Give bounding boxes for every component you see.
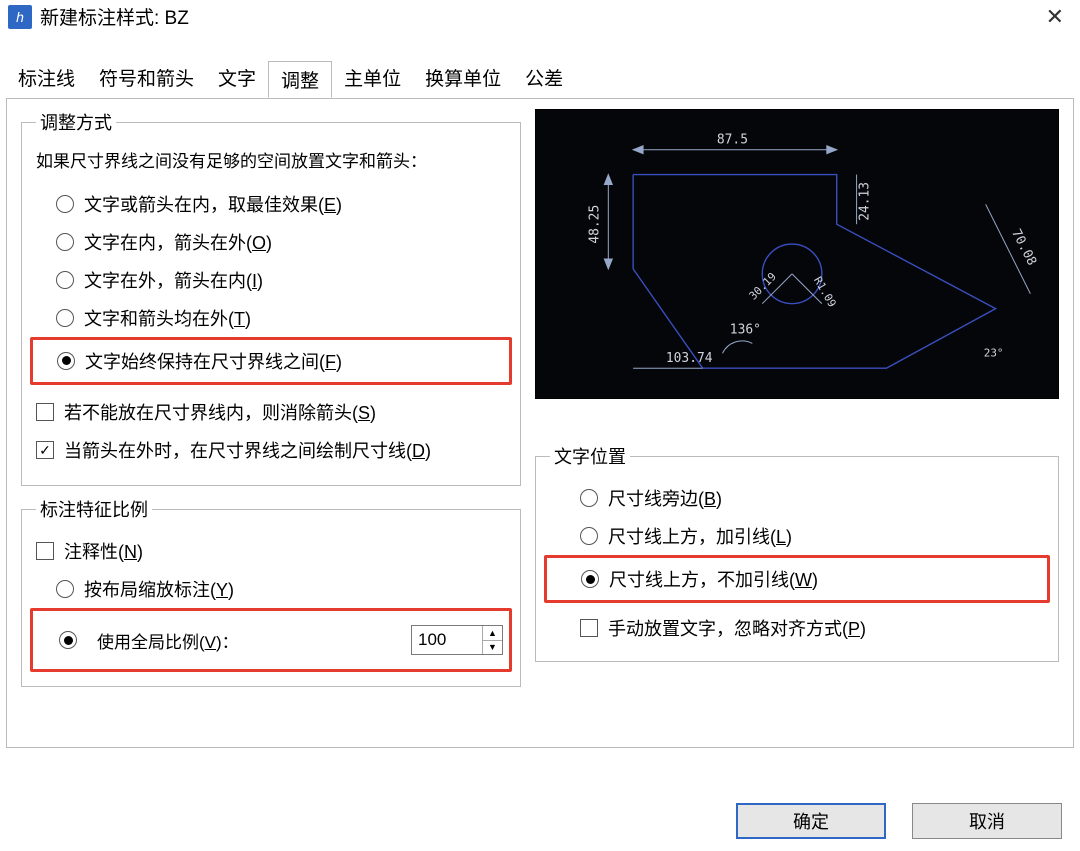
tab-tolerance[interactable]: 公差 <box>513 60 575 97</box>
spinner-up-icon[interactable]: ▲ <box>483 626 502 641</box>
textpos-opt-above-leader[interactable]: 尺寸线上方，加引线(L) <box>550 517 1044 555</box>
app-icon: h <box>8 5 32 29</box>
textpos-opt-above-noleader[interactable]: 尺寸线上方，不加引线(W) <box>551 560 1043 598</box>
radio-icon <box>57 352 75 370</box>
tabstrip: 标注线 符号和箭头 文字 调整 主单位 换算单位 公差 <box>0 56 1080 98</box>
svg-text:23°: 23° <box>984 346 1004 359</box>
radio-icon <box>580 489 598 507</box>
window-title: 新建标注样式: BZ <box>40 3 1038 30</box>
checkbox-icon <box>580 619 598 637</box>
tab-alternate[interactable]: 换算单位 <box>413 60 513 97</box>
group-scale: 标注特征比例 注释性(N) 按布局缩放标注(Y) 使用全局比例(V)： ▲ <box>21 496 521 687</box>
radio-icon <box>59 631 77 649</box>
fit-opt-best[interactable]: 文字或箭头在内，取最佳效果(E) <box>36 185 506 223</box>
highlight-fit-always: 文字始终保持在尺寸界线之间(F) <box>30 337 512 385</box>
fit-opt-text-in[interactable]: 文字在内，箭头在外(O) <box>36 223 506 261</box>
fit-opt-both-out[interactable]: 文字和箭头均在外(T) <box>36 299 506 337</box>
svg-text:24.13: 24.13 <box>858 182 873 221</box>
group-textpos-legend: 文字位置 <box>550 443 630 469</box>
checkbox-icon <box>36 542 54 560</box>
scale-opt-layout[interactable]: 按布局缩放标注(Y) <box>36 570 506 608</box>
dialog-buttons: 确定 取消 <box>736 803 1062 839</box>
tab-symbols[interactable]: 符号和箭头 <box>87 60 206 97</box>
tab-text[interactable]: 文字 <box>206 60 268 97</box>
close-icon[interactable]: ✕ <box>1038 4 1072 30</box>
global-scale-input[interactable] <box>412 626 482 654</box>
ok-button[interactable]: 确定 <box>736 803 886 839</box>
preview-pane: 87.5 48.25 24.13 70.08 103.74 136° 30.19… <box>535 109 1059 399</box>
svg-text:70.08: 70.08 <box>1008 227 1039 268</box>
tab-primary[interactable]: 主单位 <box>332 60 413 97</box>
radio-icon <box>56 195 74 213</box>
highlight-global-scale: 使用全局比例(V)： ▲ ▼ <box>30 608 512 672</box>
radio-icon <box>581 570 599 588</box>
fit-chk-suppress-arrow[interactable]: 若不能放在尺寸界线内，则消除箭头(S) <box>36 393 506 431</box>
svg-text:136°: 136° <box>730 322 761 337</box>
fit-opt-always-between[interactable]: 文字始终保持在尺寸界线之间(F) <box>37 342 505 380</box>
fit-opt-text-out[interactable]: 文字在外，箭头在内(I) <box>36 261 506 299</box>
group-scale-legend: 标注特征比例 <box>36 496 152 522</box>
tab-panel-fit: 调整方式 如果尺寸界线之间没有足够的空间放置文字和箭头： 文字或箭头在内，取最佳… <box>6 98 1074 748</box>
group-fit-legend: 调整方式 <box>36 109 116 135</box>
scale-chk-annotative[interactable]: 注释性(N) <box>36 532 506 570</box>
radio-icon <box>56 309 74 327</box>
scale-opt-global[interactable]: 使用全局比例(V)： ▲ ▼ <box>39 619 503 661</box>
svg-text:103.74: 103.74 <box>666 351 713 366</box>
tab-dimlines[interactable]: 标注线 <box>6 60 87 97</box>
svg-text:87.5: 87.5 <box>717 133 748 148</box>
radio-icon <box>56 580 74 598</box>
textpos-opt-beside[interactable]: 尺寸线旁边(B) <box>550 479 1044 517</box>
radio-icon <box>580 527 598 545</box>
group-fit-method: 调整方式 如果尺寸界线之间没有足够的空间放置文字和箭头： 文字或箭头在内，取最佳… <box>21 109 521 486</box>
cancel-button[interactable]: 取消 <box>912 803 1062 839</box>
checkbox-icon <box>36 403 54 421</box>
fit-intro: 如果尺寸界线之间没有足够的空间放置文字和箭头： <box>36 149 506 175</box>
radio-icon <box>56 271 74 289</box>
tab-fit[interactable]: 调整 <box>268 61 332 98</box>
highlight-textpos-noleader: 尺寸线上方，不加引线(W) <box>544 555 1050 603</box>
textpos-chk-manual[interactable]: 手动放置文字，忽略对齐方式(P) <box>550 609 1044 647</box>
titlebar: h 新建标注样式: BZ ✕ <box>0 0 1080 34</box>
radio-icon <box>56 233 74 251</box>
group-text-position: 文字位置 尺寸线旁边(B) 尺寸线上方，加引线(L) 尺寸线上方，不加引线(W)… <box>535 443 1059 662</box>
checkbox-icon <box>36 441 54 459</box>
fit-chk-draw-dimline[interactable]: 当箭头在外时，在尺寸界线之间绘制尺寸线(D) <box>36 431 506 472</box>
global-scale-spinner[interactable]: ▲ ▼ <box>411 625 503 655</box>
svg-text:48.25: 48.25 <box>587 205 602 244</box>
spinner-down-icon[interactable]: ▼ <box>483 641 502 655</box>
